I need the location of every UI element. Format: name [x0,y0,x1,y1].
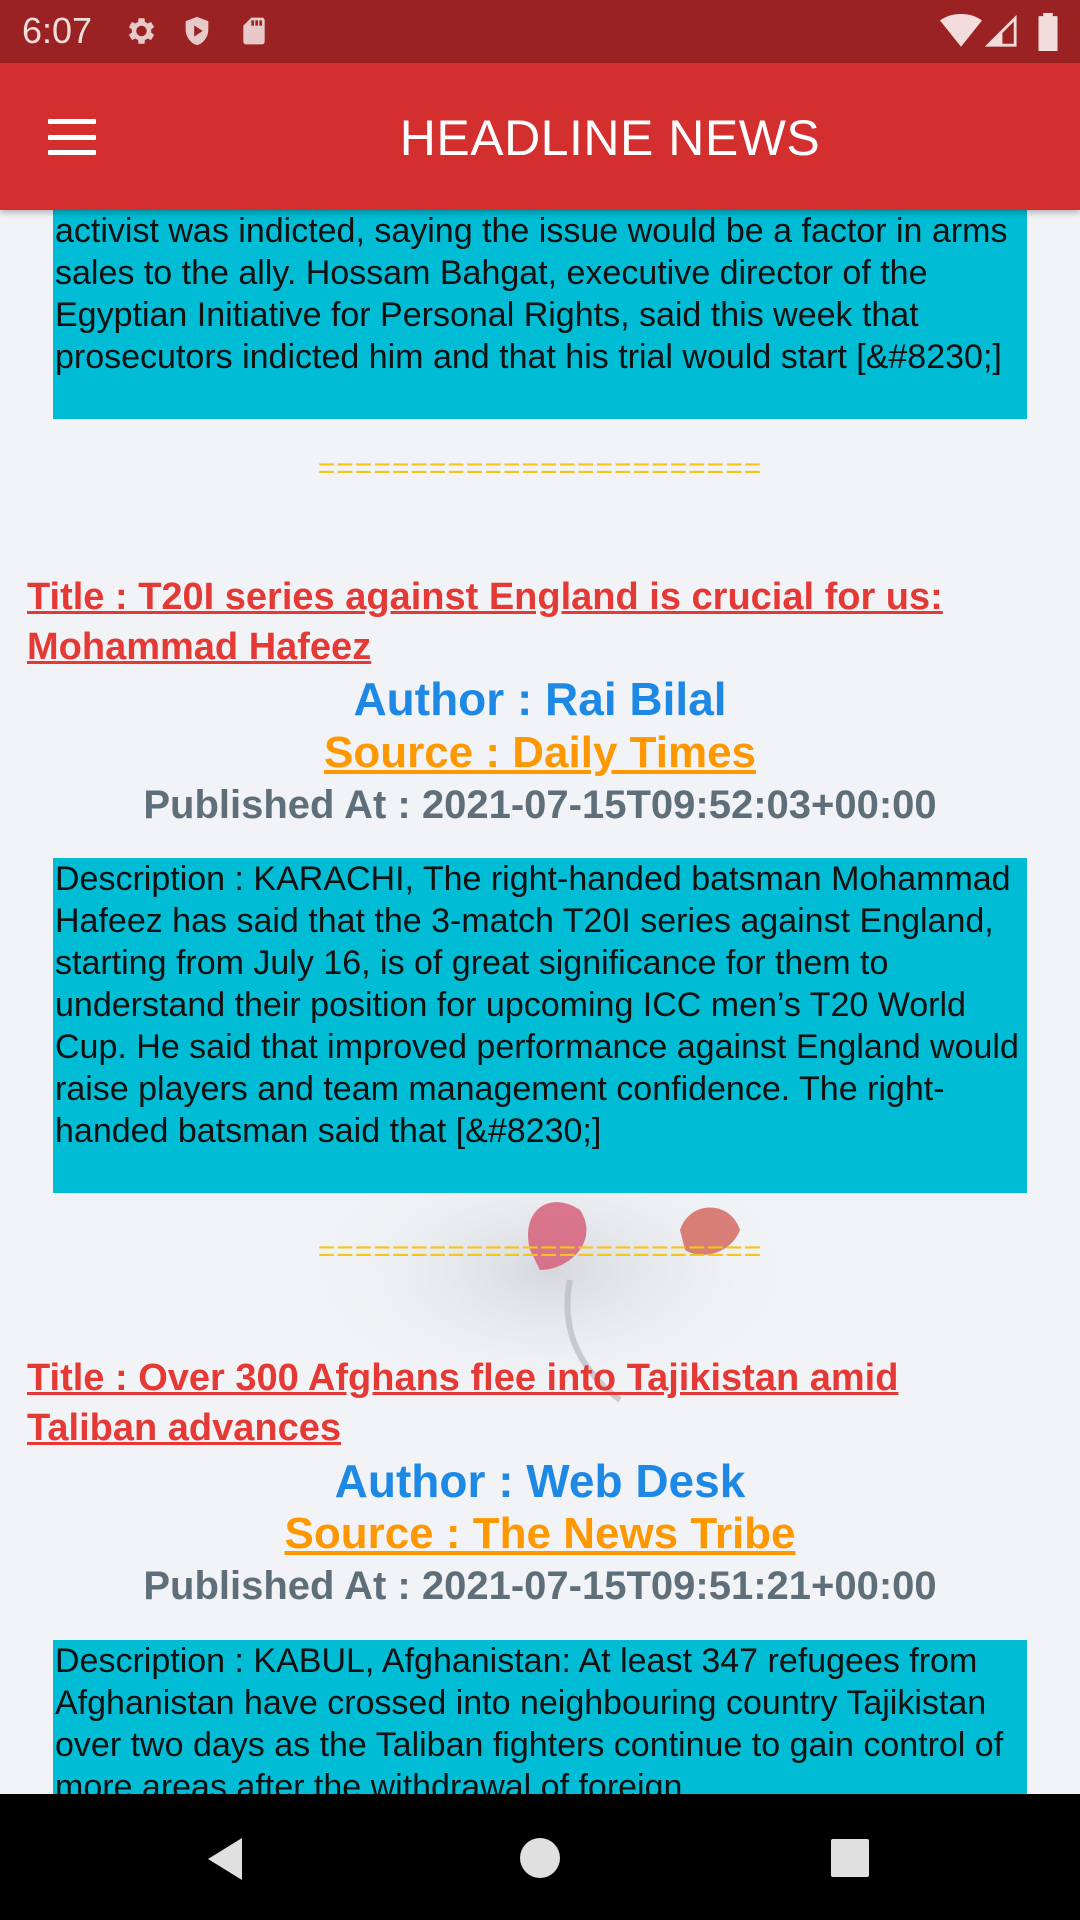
app-title: HEADLINE NEWS [399,110,821,166]
back-triangle-icon[interactable] [204,1836,246,1882]
article-source-link[interactable]: Source : The News Tribe [0,1509,1080,1559]
system-nav-bar [0,1794,1080,1920]
shield-icon [185,16,209,46]
status-bar: 6:07 [0,0,1080,63]
status-time: 6:07 [22,10,93,51]
sd-card-icon [243,17,265,45]
home-circle-icon[interactable] [519,1837,561,1879]
article-published-date: Published At : 2021-07-15T09:52:03+00:00 [143,783,937,827]
article-title-link[interactable]: Title : Over 300 Afghans flee into Tajik… [27,1353,1027,1453]
article-separator: ======================== [317,1235,763,1268]
article-description: Description : KABUL, Afghanistan: At lea… [53,1640,1027,1794]
article-author: Author : Rai Bilal [353,673,727,725]
article-description: activist was indicted, saying the issue … [53,210,1027,419]
app-bar: HEADLINE NEWS [0,63,1080,210]
article-separator: ======================== [317,452,763,485]
news-list[interactable]: activist was indicted, saying the issue … [0,210,1080,1794]
article-source-link[interactable]: Source : Daily Times [0,728,1080,778]
gear-icon [128,18,155,44]
signal-icon [984,14,1017,47]
article-author: Author : Web Desk [334,1455,746,1507]
recents-square-icon[interactable] [830,1838,870,1878]
wifi-icon [940,13,982,47]
article-description: Description : KARACHI, The right-handed … [53,858,1027,1193]
article-title-link[interactable]: Title : T20I series against England is c… [27,572,1027,672]
article-published-date: Published At : 2021-07-15T09:51:21+00:00 [143,1564,937,1608]
battery-icon [1038,13,1058,51]
